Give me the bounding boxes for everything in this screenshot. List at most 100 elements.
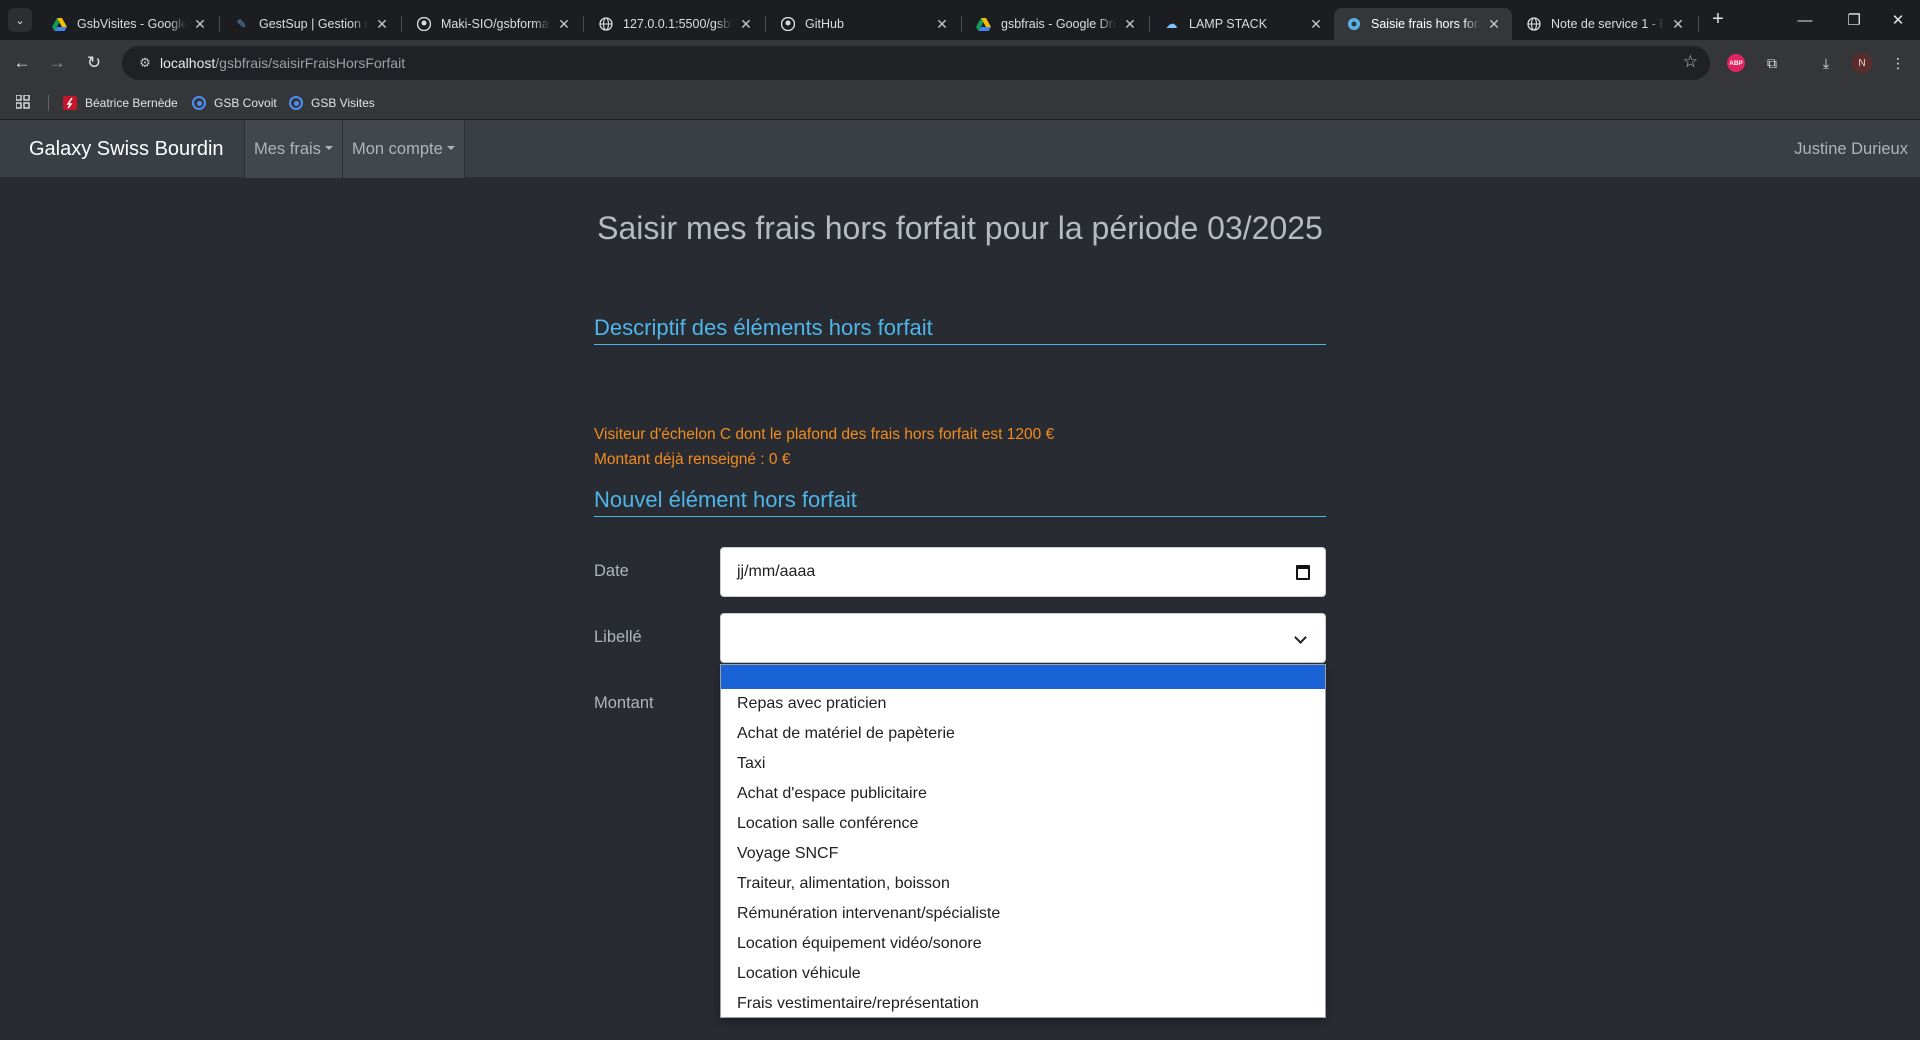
browser-tab[interactable]: ✎ GestSup | Gestion de parc ✕ xyxy=(222,8,400,40)
reload-button[interactable]: ↻ xyxy=(80,49,108,77)
forward-button[interactable]: → xyxy=(43,49,71,77)
minimize-button[interactable]: — xyxy=(1776,0,1834,40)
browser-tab-active[interactable]: Saisie frais hors forfait ✕ xyxy=(1334,8,1512,40)
browser-tab[interactable]: GsbVisites - Google Drive ✕ xyxy=(40,8,218,40)
close-icon[interactable]: ✕ xyxy=(934,16,950,33)
browser-tab[interactable]: ☁ LAMP STACK ✕ xyxy=(1152,8,1334,40)
plafond-notice: Visiteur d'échelon C dont le plafond des… xyxy=(594,426,1055,443)
puzzle-icon: ⧉ xyxy=(1767,54,1777,71)
browser-tab[interactable]: GitHub ✕ xyxy=(768,8,960,40)
gestsup-icon: ✎ xyxy=(236,17,247,31)
close-icon[interactable]: ✕ xyxy=(1486,16,1502,33)
plus-icon: + xyxy=(1712,8,1724,30)
browser-tab-strip: ⌄ GsbVisites - Google Drive ✕ ✎ GestSup … xyxy=(0,0,1920,40)
github-icon xyxy=(416,17,431,32)
tab-title: gsbfrais - Google Drive xyxy=(1001,17,1116,31)
close-icon[interactable]: ✕ xyxy=(556,16,572,33)
close-icon: ✕ xyxy=(1891,12,1905,29)
bookmark-item[interactable]: GSB Visites xyxy=(288,92,375,114)
libelle-select[interactable] xyxy=(720,613,1326,663)
url-text: localhost/gsbfrais/saisirFraisHorsForfai… xyxy=(160,55,405,71)
libelle-label: Libellé xyxy=(594,628,642,646)
avatar: N xyxy=(1852,53,1872,73)
url-host: localhost xyxy=(160,55,216,71)
nav-menu-label: Mon compte xyxy=(352,140,443,158)
back-button[interactable]: ← xyxy=(8,49,36,77)
bookmark-item[interactable]: GSB Covoit xyxy=(191,92,277,114)
site-settings-icon[interactable]: ⚙ xyxy=(130,55,160,71)
dropdown-option[interactable]: Achat d'espace publicitaire xyxy=(721,779,1325,809)
calendar-icon[interactable] xyxy=(1296,565,1310,580)
dropdown-option[interactable]: Location équipement vidéo/sonore xyxy=(721,929,1325,959)
adblock-icon: ABP xyxy=(1727,54,1745,72)
github-icon xyxy=(780,17,795,32)
minimize-icon: — xyxy=(1797,11,1813,29)
globe-icon xyxy=(1526,17,1541,32)
nav-menu-mon-compte[interactable]: Mon compte xyxy=(342,120,465,178)
date-input[interactable]: jj/mm/aaaa xyxy=(720,547,1326,597)
dropdown-option[interactable]: Location salle conférence xyxy=(721,809,1325,839)
dropdown-option-empty[interactable] xyxy=(721,665,1325,689)
chevron-down-icon xyxy=(1294,631,1307,644)
profile-button[interactable]: N xyxy=(1850,51,1874,75)
date-label: Date xyxy=(594,562,629,580)
user-name: Justine Durieux xyxy=(1794,140,1908,158)
brand-logo[interactable]: Galaxy Swiss Bourdin xyxy=(29,120,224,178)
chevron-down-icon: ⌄ xyxy=(15,14,25,27)
bookmark-item[interactable]: Béatrice Bernède xyxy=(62,92,178,114)
nav-menu-mes-frais[interactable]: Mes frais xyxy=(244,120,342,178)
dropdown-option[interactable]: Traiteur, alimentation, boisson xyxy=(721,869,1325,899)
google-drive-icon xyxy=(976,17,991,32)
tab-title: GitHub xyxy=(805,17,844,31)
caret-down-icon xyxy=(324,145,333,150)
downloads-button[interactable]: ⤓ xyxy=(1814,51,1838,75)
address-toolbar: ← → ↻ ⚙ localhost/gsbfrais/saisirFraisHo… xyxy=(0,40,1920,86)
close-icon[interactable]: ✕ xyxy=(1308,16,1324,33)
dropdown-option[interactable]: Frais vestimentaire/représentation xyxy=(721,989,1325,1019)
adblock-extension[interactable]: ABP xyxy=(1724,51,1748,75)
page-title: Saisir mes frais hors forfait pour la pé… xyxy=(597,210,1323,246)
extensions-button[interactable]: ⧉ xyxy=(1760,51,1784,75)
nav-menu-label: Mes frais xyxy=(254,140,321,158)
browser-tab[interactable]: Note de service 1 - Bi ✕ xyxy=(1514,8,1696,40)
google-drive-icon xyxy=(52,17,67,32)
close-icon[interactable]: ✕ xyxy=(1122,16,1138,33)
close-icon[interactable]: ✕ xyxy=(192,16,208,33)
download-icon: ⤓ xyxy=(1822,54,1830,71)
close-icon[interactable]: ✕ xyxy=(1670,16,1686,33)
tab-title: Saisie frais hors forfait xyxy=(1371,17,1480,31)
bookmark-star-icon[interactable]: ☆ xyxy=(1683,52,1698,72)
caret-down-icon xyxy=(446,145,455,150)
new-tab-button[interactable]: + xyxy=(1704,8,1732,32)
tab-title: GestSup | Gestion de parc xyxy=(259,17,368,31)
browser-tab[interactable]: 127.0.0.1:5500/gsbformation ✕ xyxy=(586,8,764,40)
apps-button[interactable] xyxy=(15,92,30,114)
bookmark-label: GSB Visites xyxy=(311,96,375,110)
tab-title: 127.0.0.1:5500/gsbformation xyxy=(623,17,732,31)
tab-search-button[interactable]: ⌄ xyxy=(8,8,32,32)
ring-bookmark-icon xyxy=(288,95,304,111)
tab-title: LAMP STACK xyxy=(1189,17,1268,31)
globe-icon xyxy=(598,17,613,32)
dropdown-option[interactable]: Taxi xyxy=(721,749,1325,779)
dropdown-option[interactable]: Rémunération intervenant/spécialiste xyxy=(721,899,1325,929)
address-bar[interactable]: ⚙ localhost/gsbfrais/saisirFraisHorsForf… xyxy=(122,46,1710,80)
close-icon[interactable]: ✕ xyxy=(738,16,754,33)
tab-title: Maki-SIO/gsbformation xyxy=(441,17,550,31)
close-window-button[interactable]: ✕ xyxy=(1876,0,1920,40)
date-placeholder: jj/mm/aaaa xyxy=(737,563,816,580)
dropdown-option[interactable]: Repas avec praticien xyxy=(721,689,1325,719)
browser-tab[interactable]: Maki-SIO/gsbformation ✕ xyxy=(404,8,582,40)
url-path: /gsbfrais/saisirFraisHorsForfait xyxy=(215,55,406,71)
dropdown-option[interactable]: Voyage SNCF xyxy=(721,839,1325,869)
section-heading-descriptif: Descriptif des éléments hors forfait xyxy=(594,312,1326,345)
browser-tab[interactable]: gsbfrais - Google Drive ✕ xyxy=(964,8,1148,40)
dropdown-option[interactable]: Location véhicule xyxy=(721,959,1325,989)
libelle-dropdown-list: Repas avec praticien Achat de matériel d… xyxy=(720,664,1326,1018)
arrow-left-icon: ← xyxy=(13,53,31,72)
restore-icon: ❐ xyxy=(1847,12,1861,29)
close-icon[interactable]: ✕ xyxy=(374,16,390,33)
restore-button[interactable]: ❐ xyxy=(1834,0,1874,40)
browser-menu-button[interactable]: ⋮ xyxy=(1886,51,1910,75)
dropdown-option[interactable]: Achat de matériel de papèterie xyxy=(721,719,1325,749)
